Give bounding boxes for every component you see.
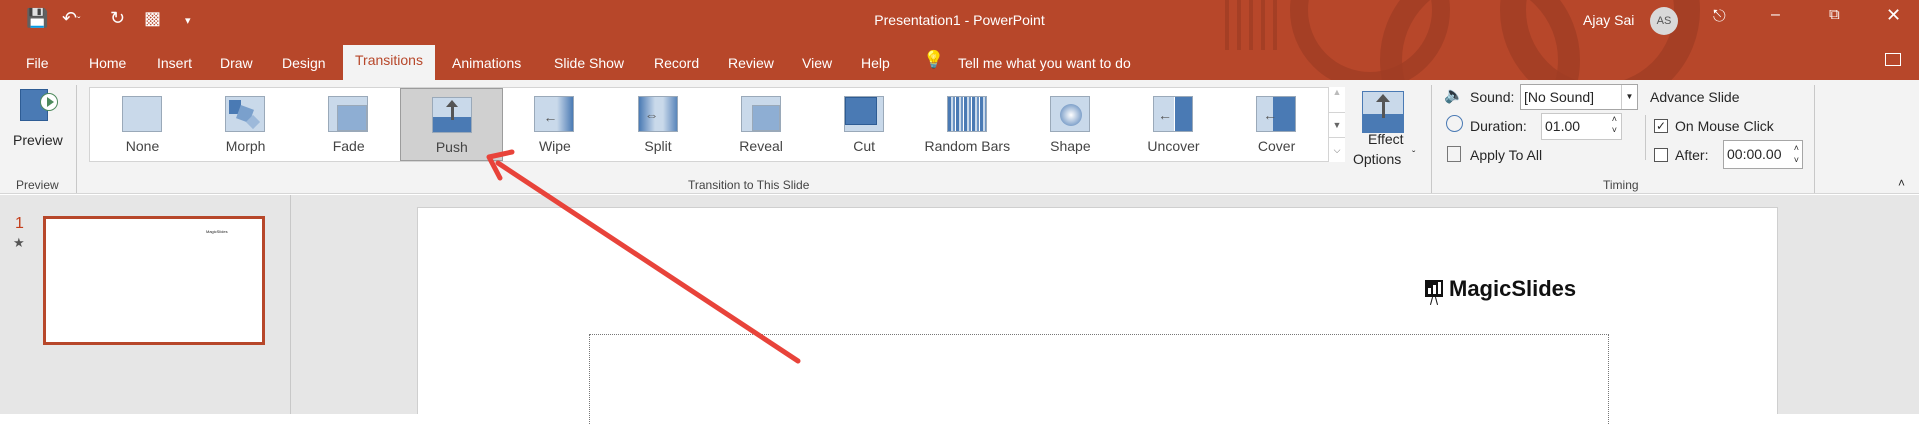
annotation-arrow xyxy=(486,149,801,364)
arrow-shaft xyxy=(495,160,801,364)
